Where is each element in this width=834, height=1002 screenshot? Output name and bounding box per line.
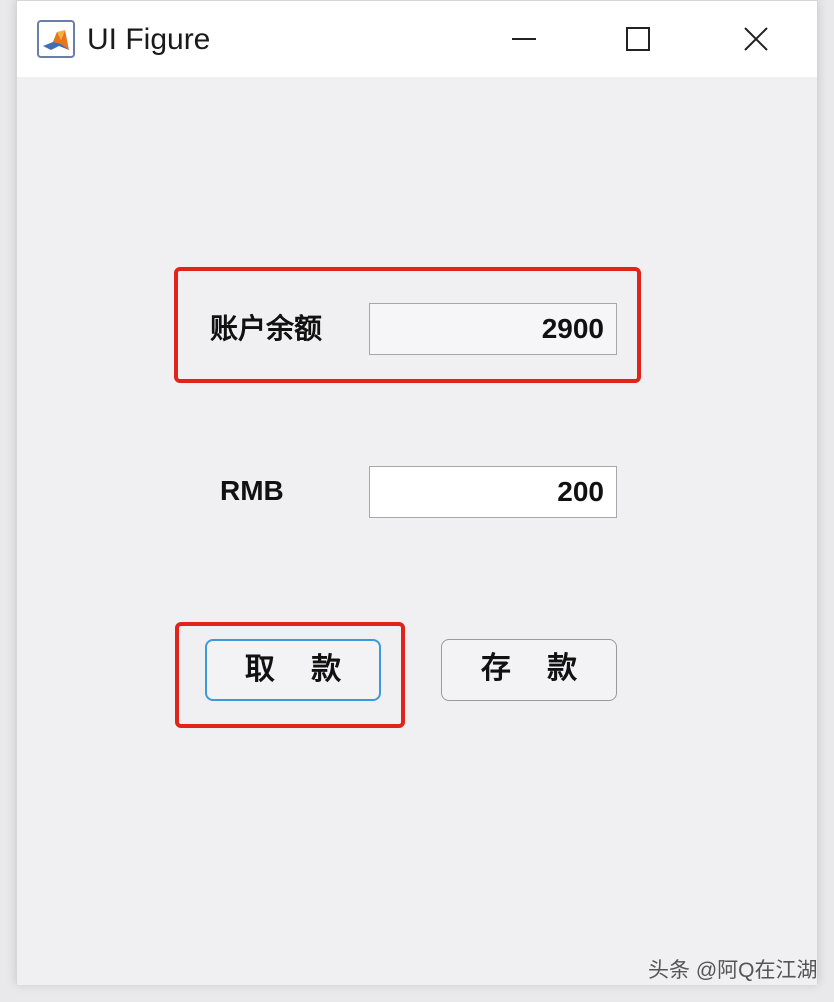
amount-label: RMB (220, 475, 284, 506)
figure-content: 账户余额 RMB 取 款 存 款 (17, 77, 817, 985)
balance-label: 账户余额 (210, 313, 323, 344)
app-window: UI Figure 账户余额 RMB 取 款 存 款 (16, 0, 818, 985)
title-bar[interactable]: UI Figure (17, 1, 817, 77)
window-title: UI Figure (87, 23, 211, 56)
amount-field[interactable] (369, 466, 617, 518)
matlab-logo-icon (37, 20, 75, 58)
minimize-button[interactable] (500, 15, 548, 63)
minimize-icon (512, 38, 536, 40)
watermark-text: 头条 @阿Q在江湖 (648, 959, 818, 982)
maximize-icon (626, 27, 650, 51)
balance-field[interactable] (369, 303, 617, 355)
close-icon (744, 27, 768, 51)
close-button[interactable] (732, 15, 780, 63)
deposit-button[interactable]: 存 款 (441, 639, 617, 701)
withdraw-button[interactable]: 取 款 (205, 639, 381, 701)
maximize-button[interactable] (614, 15, 662, 63)
